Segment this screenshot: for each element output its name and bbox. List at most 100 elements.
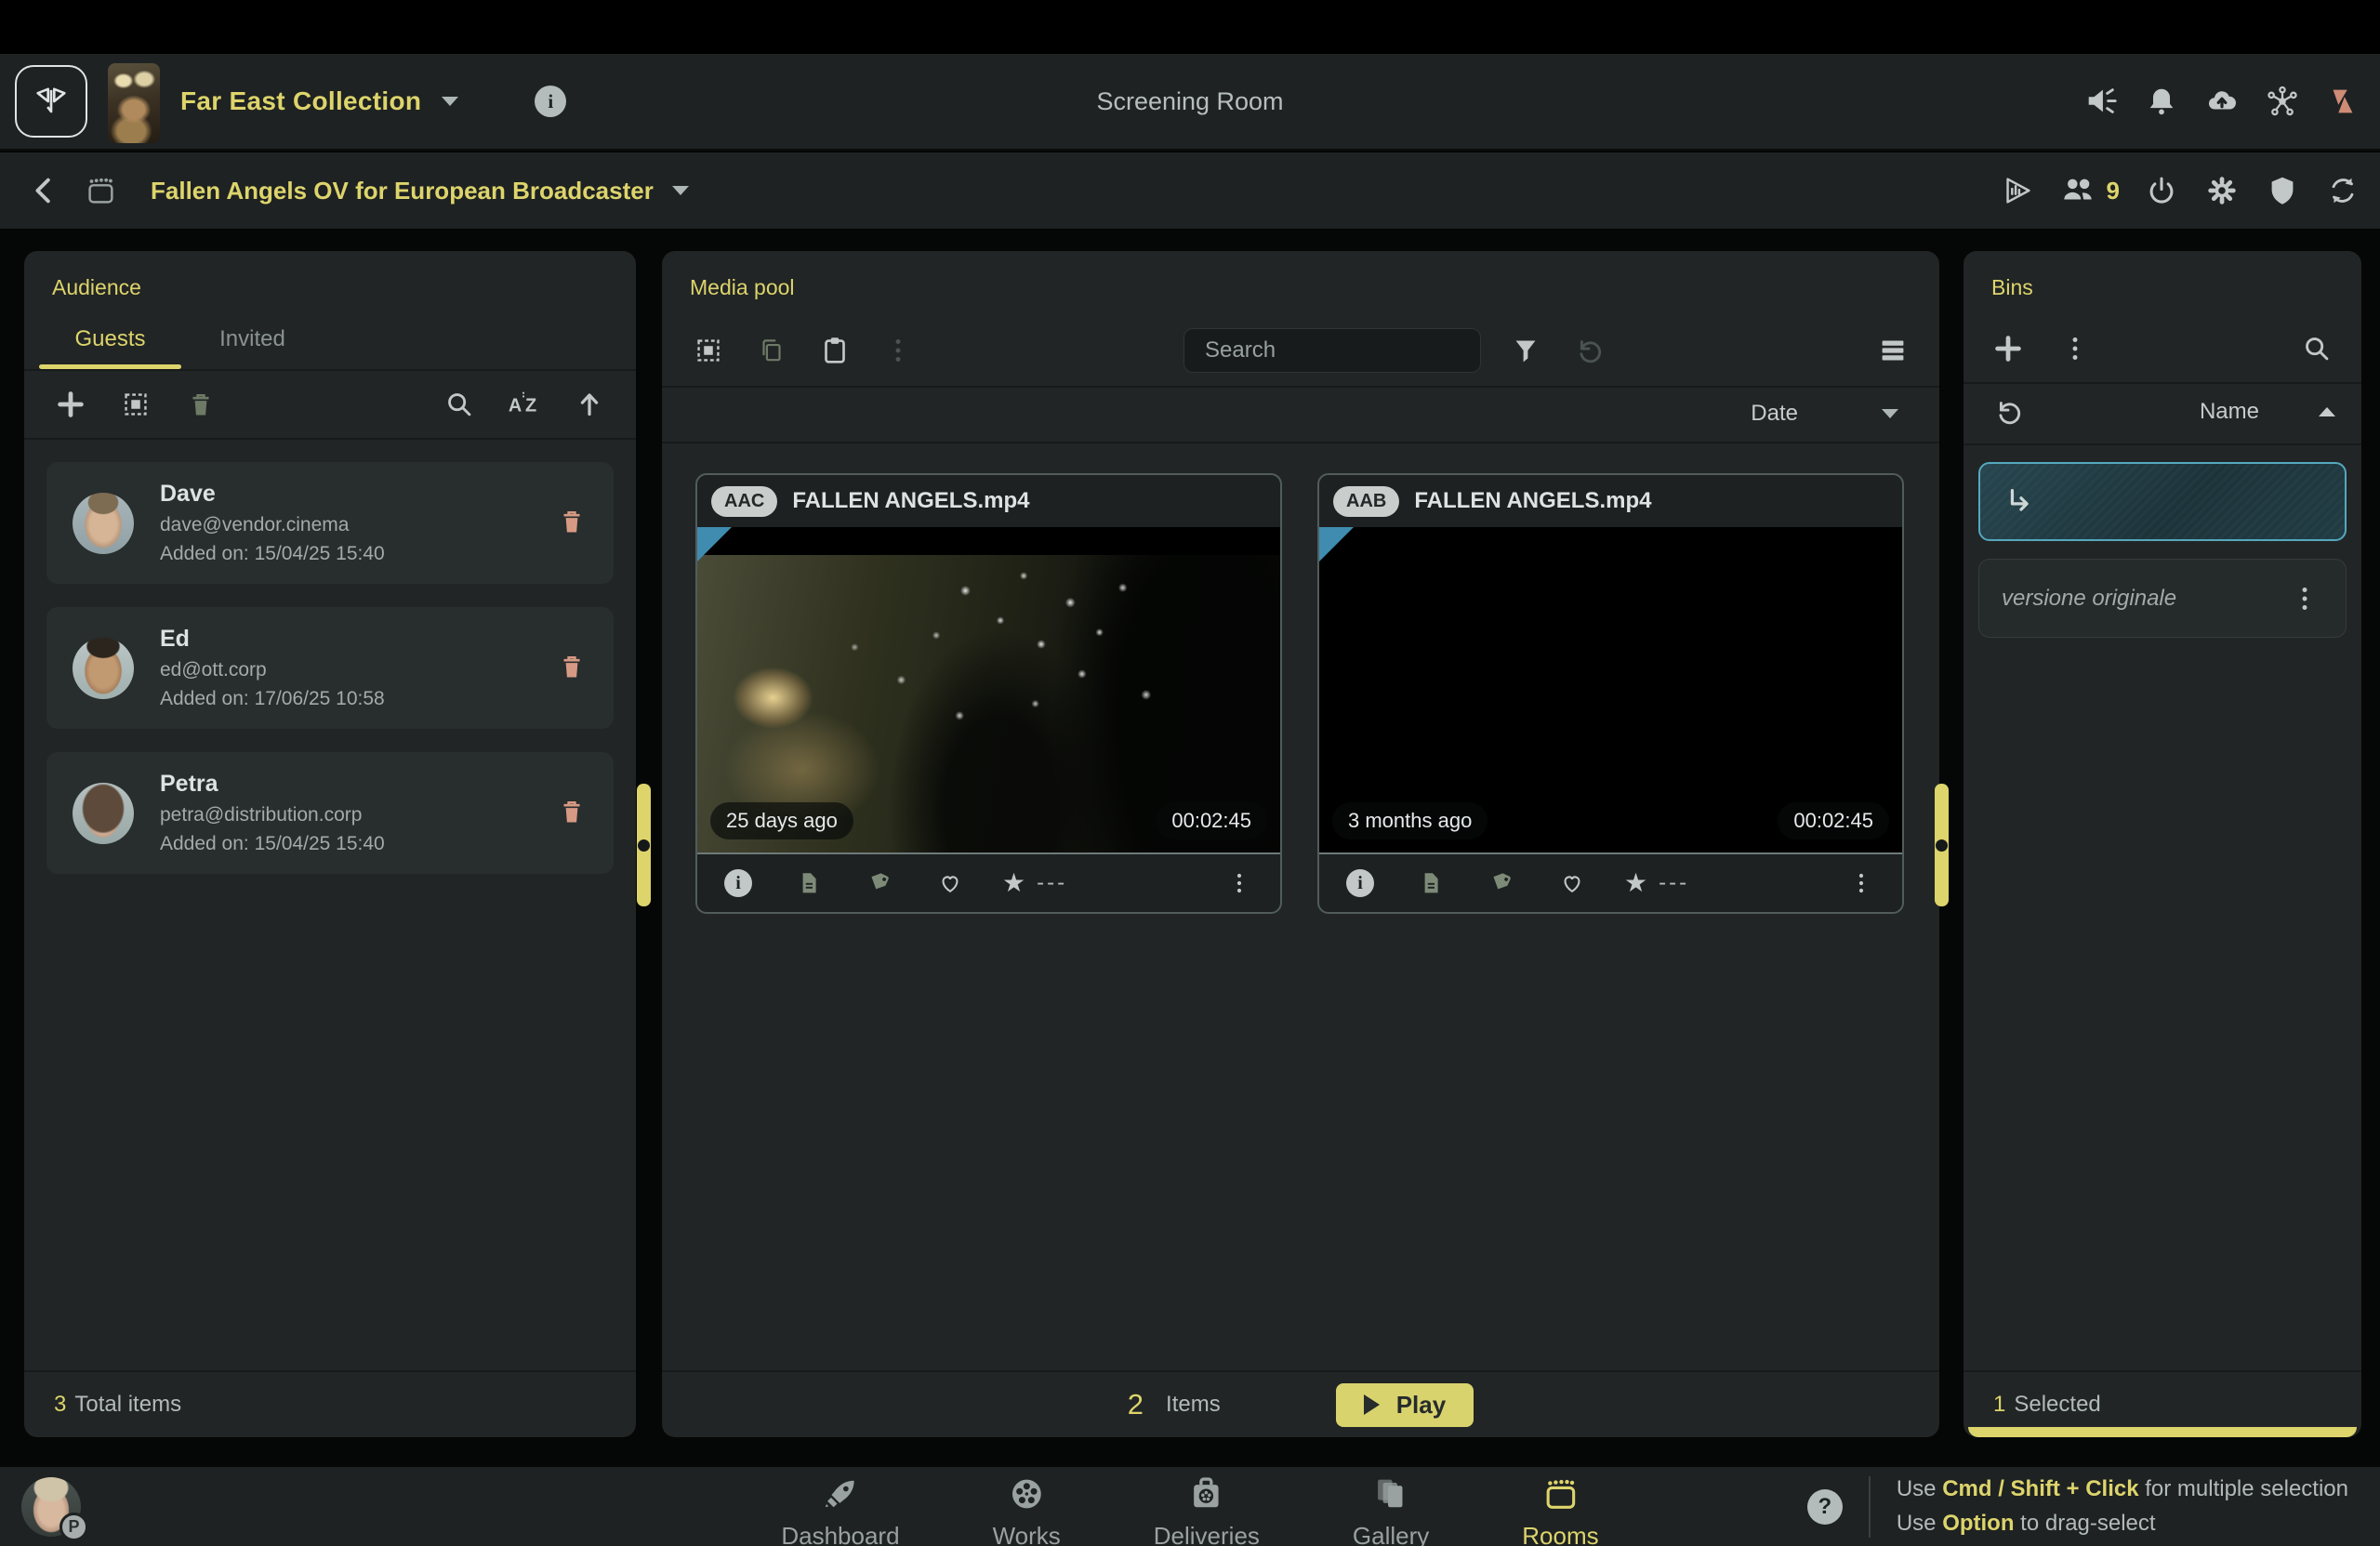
help-button[interactable]: ? — [1807, 1489, 1843, 1525]
collection-thumbnail[interactable] — [108, 63, 160, 143]
media-rating[interactable]: ★ --- — [1002, 870, 1067, 896]
list-view-button[interactable] — [1874, 332, 1911, 369]
guest-added-date: Added on: 15/04/25 15:40 — [160, 543, 530, 565]
cloud-upload-button[interactable] — [2203, 83, 2241, 120]
play-button[interactable]: Play — [1336, 1383, 1474, 1427]
media-thumbnail[interactable]: 25 days ago 00:02:45 — [697, 527, 1280, 854]
tab-guests[interactable]: Guests — [39, 315, 181, 369]
media-search-input[interactable] — [1183, 328, 1481, 373]
nav-works[interactable]: Works — [993, 1473, 1061, 1546]
media-notes-button[interactable] — [1412, 865, 1449, 902]
nav-deliveries[interactable]: Deliveries — [1154, 1473, 1260, 1546]
bin-more-button[interactable] — [2286, 580, 2323, 617]
info-icon: i — [1346, 869, 1374, 897]
nav-label: Rooms — [1522, 1522, 1598, 1546]
media-favorite-button[interactable] — [932, 865, 969, 902]
hint-line-2: Use Option to drag-select — [1897, 1511, 2348, 1537]
media-more-button[interactable] — [1221, 865, 1258, 902]
media-more-actions-button[interactable] — [879, 332, 917, 369]
sync-button[interactable] — [2324, 172, 2361, 209]
room-name[interactable]: Fallen Angels OV for European Broadcaste… — [151, 177, 654, 205]
media-card-grid: AAC FALLEN ANGELS.mp4 25 days ago 00:02:… — [662, 443, 1939, 1370]
media-favorite-button[interactable] — [1554, 865, 1591, 902]
add-guest-button[interactable] — [52, 386, 89, 423]
collection-dropdown-caret[interactable] — [442, 97, 458, 106]
bin-item[interactable]: versione originale — [1978, 559, 2347, 638]
media-tags-button[interactable] — [861, 865, 898, 902]
media-info-button[interactable]: i — [1342, 865, 1379, 902]
nav-gallery[interactable]: Gallery — [1353, 1473, 1429, 1546]
undo-icon — [1571, 333, 1606, 368]
nav-rooms[interactable]: Rooms — [1522, 1473, 1598, 1546]
media-thumbnail[interactable]: 3 months ago 00:02:45 — [1319, 527, 1902, 854]
room-dropdown-caret[interactable] — [672, 186, 689, 195]
bin-item-selected[interactable] — [1978, 462, 2347, 541]
end-session-button[interactable] — [2143, 172, 2180, 209]
participants-count: 9 — [2107, 177, 2120, 205]
media-sort-label[interactable]: Date — [1751, 401, 1798, 427]
collection-name[interactable]: Far East Collection — [180, 86, 421, 116]
bins-panel: Bins — [1964, 251, 2361, 1437]
select-all-media-button[interactable] — [690, 332, 727, 369]
integrations-button[interactable] — [2264, 83, 2301, 120]
reset-filters-button[interactable] — [1570, 332, 1607, 369]
announcements-button[interactable] — [2082, 83, 2120, 120]
bins-sort-caret[interactable] — [2319, 407, 2335, 416]
participants-button[interactable] — [2059, 172, 2096, 209]
guest-row[interactable]: Dave dave@vendor.cinema Added on: 15/04/… — [46, 462, 614, 584]
app-logo-button[interactable] — [15, 65, 87, 138]
kebab-icon — [1224, 868, 1254, 898]
document-icon — [794, 868, 824, 898]
select-all-guests-button[interactable] — [117, 386, 154, 423]
guest-name: Dave — [160, 481, 530, 508]
media-notes-button[interactable] — [790, 865, 827, 902]
screening-room-screen: Far East Collection i Screening Room — [0, 0, 2380, 1546]
search-bins-button[interactable] — [2298, 330, 2335, 367]
guest-row[interactable]: Petra petra@distribution.corp Added on: … — [46, 752, 614, 874]
notifications-button[interactable] — [2143, 83, 2180, 120]
media-filename: FALLEN ANGELS.mp4 — [1414, 488, 1651, 514]
delete-guests-button[interactable] — [182, 386, 219, 423]
remove-guest-button[interactable] — [556, 796, 588, 830]
preview-play-button[interactable] — [1999, 172, 2036, 209]
guest-row[interactable]: Ed ed@ott.corp Added on: 17/06/25 10:58 — [46, 607, 614, 729]
settings-button[interactable] — [2203, 172, 2241, 209]
nav-dashboard[interactable]: Dashboard — [781, 1473, 899, 1546]
bin-name: versione originale — [2002, 586, 2176, 612]
tab-invited[interactable]: Invited — [181, 315, 324, 369]
media-rating[interactable]: ★ --- — [1624, 870, 1689, 896]
sort-direction-button[interactable] — [571, 386, 608, 423]
security-button[interactable] — [2264, 172, 2301, 209]
search-guests-button[interactable] — [441, 386, 478, 423]
panel-resize-handle-left[interactable] — [637, 784, 651, 906]
info-icon[interactable]: i — [535, 86, 566, 117]
media-card[interactable]: AAB FALLEN ANGELS.mp4 3 months ago 00:02… — [1317, 473, 1904, 914]
filter-button[interactable] — [1507, 332, 1544, 369]
copy-media-button[interactable] — [753, 332, 790, 369]
paste-media-button[interactable] — [816, 332, 853, 369]
guest-avatar — [73, 638, 134, 699]
play-icon — [1364, 1394, 1380, 1415]
clapperboard-icon — [1540, 1473, 1580, 1514]
bins-reset-button[interactable] — [1990, 393, 2027, 430]
media-pool-toolbar — [662, 315, 1939, 388]
media-more-button[interactable] — [1843, 865, 1880, 902]
bins-more-actions-button[interactable] — [2056, 330, 2094, 367]
media-sort-caret[interactable] — [1882, 409, 1898, 418]
guest-added-date: Added on: 17/06/25 10:58 — [160, 688, 530, 710]
remove-guest-button[interactable] — [556, 506, 588, 540]
remove-guest-button[interactable] — [556, 651, 588, 685]
media-card[interactable]: AAC FALLEN ANGELS.mp4 25 days ago 00:02:… — [695, 473, 1282, 914]
star-icon: ★ — [1002, 870, 1025, 896]
bins-sort-label[interactable]: Name — [2200, 399, 2259, 425]
add-bin-button[interactable] — [1990, 330, 2027, 367]
film-reel-icon — [1006, 1473, 1047, 1514]
media-info-button[interactable]: i — [720, 865, 757, 902]
panel-resize-handle-right[interactable] — [1935, 784, 1949, 906]
media-tags-button[interactable] — [1483, 865, 1520, 902]
user-avatar[interactable]: P — [21, 1477, 81, 1537]
nav-label: Works — [993, 1522, 1061, 1546]
brand-button[interactable] — [2324, 83, 2361, 120]
sort-alpha-button[interactable]: A Z — [506, 386, 543, 423]
back-button[interactable] — [26, 172, 63, 209]
